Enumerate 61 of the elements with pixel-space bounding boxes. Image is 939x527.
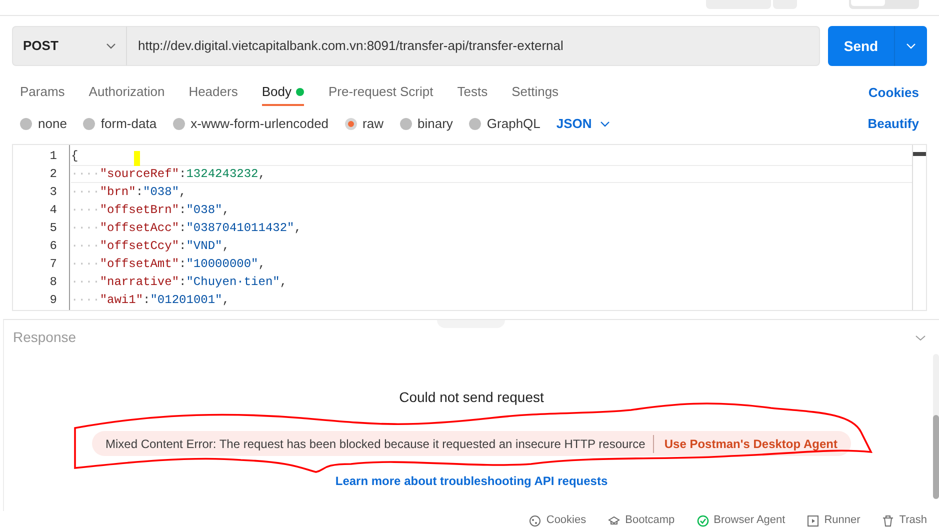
tab[interactable]: Headers (188, 80, 238, 106)
beautify-link[interactable]: Beautify (868, 114, 919, 134)
line-number: 3 (50, 184, 57, 201)
status-bar-item[interactable]: Bootcamp (608, 514, 675, 527)
status-bar-item[interactable]: Trash (882, 514, 927, 527)
code-line: ····"offsetBrn":"038", (71, 202, 230, 218)
method-dropdown[interactable]: POST (12, 26, 127, 66)
chevron-down-icon (906, 43, 916, 49)
tab[interactable]: Settings (512, 80, 559, 106)
status-bar-item[interactable]: Browser Agent (696, 514, 786, 527)
help-link[interactable]: Learn more about troubleshooting API requests (335, 472, 608, 490)
code-line: ····"awi1":"01201001", (71, 292, 230, 308)
line-number: 5 (50, 220, 57, 237)
status-bar-item[interactable]: Cookies (529, 514, 586, 527)
cookie-icon (529, 514, 542, 526)
toggle-switch[interactable] (849, 0, 919, 9)
code-line: ····"offsetAmt":"10000000", (71, 256, 266, 272)
line-number: 6 (50, 238, 57, 255)
status-bar-item[interactable]: Runner (807, 514, 860, 527)
play-icon (807, 514, 820, 526)
line-number: 1 (50, 148, 57, 165)
illustration-shape (437, 320, 505, 328)
response-title: Response (13, 328, 76, 347)
tab[interactable]: Params (20, 80, 65, 106)
error-heading: Could not send request (399, 388, 544, 407)
chevron-down-icon (106, 43, 116, 49)
line-number: 7 (50, 256, 57, 273)
desktop-agent-link[interactable]: Use Postman's Desktop Agent (654, 434, 838, 452)
radio-option[interactable]: binary (400, 114, 453, 134)
line-number: 2 (50, 166, 57, 183)
code-line: ····"narrative":"Chuyen·tien", (71, 274, 288, 290)
radio-option[interactable]: form-data (82, 114, 157, 134)
graduation-cap-icon (608, 514, 620, 526)
format-dropdown[interactable]: JSON (556, 114, 610, 134)
chevron-down-icon[interactable] (915, 334, 926, 340)
code-line: ····"offsetAcc":"0387041011432", (71, 220, 302, 236)
text-cursor (134, 151, 140, 166)
line-number: 4 (50, 202, 57, 219)
chevron-down-icon (600, 121, 610, 127)
scrollbar[interactable] (912, 145, 926, 310)
send-button[interactable]: Send (828, 26, 927, 66)
scrollbar[interactable] (933, 354, 939, 499)
line-number: 8 (50, 274, 57, 291)
radio-option[interactable]: none (20, 114, 67, 134)
trash-icon (882, 514, 894, 526)
radio-option[interactable]: GraphQL (468, 114, 540, 134)
tab[interactable]: Pre-request Script (328, 80, 434, 106)
tab[interactable]: Authorization (88, 80, 165, 106)
line-number: 9 (50, 292, 57, 309)
radio-option[interactable]: x-www-form-urlencoded (172, 114, 329, 134)
code-line: ····"offsetCcy":"VND", (71, 238, 230, 254)
tab[interactable]: Body (262, 80, 304, 106)
error-message: Mixed Content Error: The request has been blocked because it requested an insecure HTTP resource (106, 434, 654, 452)
code-line: ····"sourceRef":1324243232, (71, 166, 266, 182)
check-circle-icon (696, 514, 709, 526)
url-field[interactable]: http://dev.digital.vietcapitalbank.com.vn:8091/transfer-api/transfer-external (127, 26, 820, 66)
code-line: { (71, 148, 78, 164)
code-line: ····"brn":"038", (71, 184, 186, 200)
tab[interactable]: Tests (457, 80, 488, 106)
cookies-link[interactable]: Cookies (868, 83, 919, 103)
radio-option[interactable]: raw (344, 114, 384, 134)
